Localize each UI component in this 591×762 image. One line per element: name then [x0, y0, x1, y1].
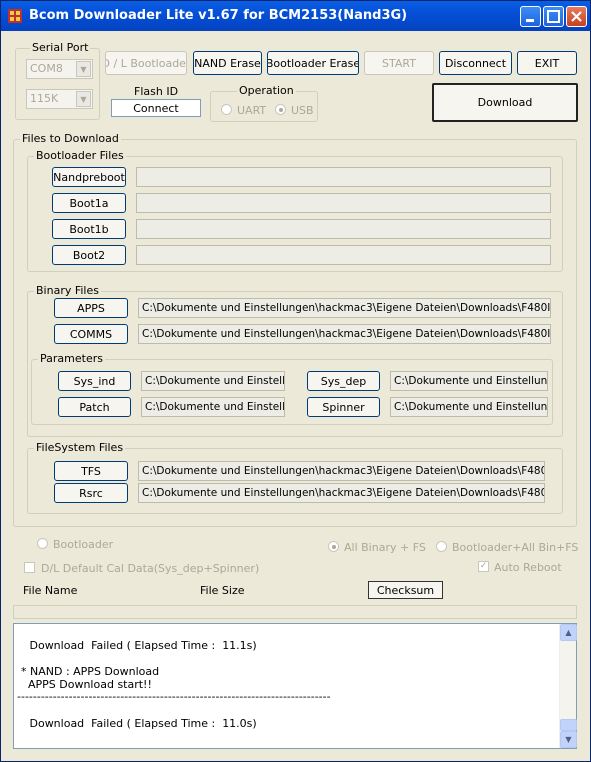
bootloader-option-label: Bootloader	[53, 538, 114, 551]
flash-id-field[interactable]: Connect	[111, 99, 201, 117]
uart-radio[interactable]	[221, 104, 232, 115]
baud-value: 115K	[30, 92, 59, 105]
apps-button[interactable]: APPS	[54, 298, 128, 318]
progress-bar	[13, 605, 577, 619]
comms-button[interactable]: COMMS	[54, 324, 128, 344]
bootloader-all-bin-fs-label: Bootloader+All Bin+FS	[452, 541, 579, 554]
auto-reboot-checkbox[interactable]: ✓	[478, 561, 489, 572]
log-line: Download Failed ( Elapsed Time : 11.0s)	[19, 717, 257, 730]
patch-path[interactable]: C:\Dokumente und Einstellungen	[141, 397, 285, 417]
filesystem-files-group: FileSystem Files	[27, 441, 563, 514]
app-icon	[8, 9, 22, 23]
operation-label: Operation	[237, 84, 296, 97]
chevron-down-icon: ▼	[76, 61, 91, 77]
boot1a-path[interactable]	[136, 193, 551, 213]
dl-bootloader-button[interactable]: D / L Bootloader	[105, 51, 187, 75]
close-button[interactable]	[566, 6, 587, 27]
nand-erase-button[interactable]: NAND Erase	[193, 51, 262, 75]
maximize-icon	[547, 10, 560, 23]
auto-reboot-label: Auto Reboot	[494, 561, 562, 574]
all-binary-fs-label: All Binary + FS	[344, 541, 426, 554]
nandpreboot-path[interactable]	[136, 167, 551, 187]
chevron-down-icon: ▼	[76, 91, 91, 107]
boot1b-path[interactable]	[136, 219, 551, 239]
sys-ind-path[interactable]: C:\Dokumente und Einstellungen	[141, 371, 285, 391]
bootloader-files-label: Bootloader Files	[34, 149, 126, 162]
port-value: COM8	[30, 62, 63, 75]
all-binary-fs-radio[interactable]	[328, 541, 339, 552]
minimize-icon	[526, 19, 534, 22]
close-icon	[571, 11, 582, 22]
main-window: Bcom Downloader Lite v1.67 for BCM2153(N…	[0, 0, 591, 762]
log-scrollbar[interactable]: ▲ ▼	[559, 624, 577, 748]
spinner-button[interactable]: Spinner	[307, 397, 380, 417]
boot1a-button[interactable]: Boot1a	[52, 193, 126, 213]
download-button[interactable]: Download	[432, 83, 578, 122]
binary-files-label: Binary Files	[34, 284, 101, 297]
disconnect-button[interactable]: Disconnect	[439, 51, 512, 75]
serial-port-label: Serial Port	[30, 41, 91, 54]
boot2-button[interactable]: Boot2	[52, 245, 126, 265]
bootloader-all-bin-fs-radio[interactable]	[436, 541, 447, 552]
checksum-button[interactable]: Checksum	[368, 581, 443, 599]
rsrc-button[interactable]: Rsrc	[54, 483, 128, 503]
boot2-path[interactable]	[136, 245, 551, 265]
log-separator: ----------------------------------------…	[17, 690, 331, 703]
flash-id-label: Flash ID	[134, 85, 179, 98]
usb-label: USB	[291, 104, 314, 117]
log-line: Download Failed ( Elapsed Time : 11.1s)	[19, 639, 257, 652]
sys-ind-button[interactable]: Sys_ind	[58, 371, 131, 391]
comms-path[interactable]: C:\Dokumente und Einstellungen\hackmac3\…	[138, 324, 551, 344]
dl-default-cal-label: D/L Default Cal Data(Sys_dep+Spinner)	[41, 562, 260, 575]
window-title: Bcom Downloader Lite v1.67 for BCM2153(N…	[29, 8, 408, 23]
apps-path[interactable]: C:\Dokumente und Einstellungen\hackmac3\…	[138, 298, 551, 318]
file-name-label: File Name	[23, 584, 78, 597]
log-line: * NAND : APPS Download	[21, 665, 160, 678]
boot1b-button[interactable]: Boot1b	[52, 219, 126, 239]
tfs-path[interactable]: C:\Dokumente und Einstellungen\hackmac3\…	[138, 461, 545, 481]
file-size-label: File Size	[200, 584, 245, 597]
port-select[interactable]: COM8 ▼	[26, 59, 93, 79]
baud-select[interactable]: 115K ▼	[26, 89, 93, 109]
sys-dep-path[interactable]: C:\Dokumente und Einstellunge	[390, 371, 548, 391]
spinner-path[interactable]: C:\Dokumente und Einstellunge	[390, 397, 548, 417]
uart-label: UART	[237, 104, 267, 117]
bootloader-erase-button[interactable]: Bootloader Erase	[267, 51, 359, 75]
log-output[interactable]: Download Failed ( Elapsed Time : 11.1s) …	[13, 623, 577, 749]
patch-button[interactable]: Patch	[58, 397, 131, 417]
parameters-label: Parameters	[38, 352, 105, 365]
files-to-download-label: Files to Download	[20, 132, 121, 145]
tfs-button[interactable]: TFS	[54, 461, 128, 481]
maximize-button[interactable]	[543, 6, 564, 27]
filesystem-files-label: FileSystem Files	[34, 441, 126, 454]
nandpreboot-button[interactable]: Nandpreboot	[52, 167, 126, 187]
bootloader-radio[interactable]	[37, 538, 48, 549]
scroll-down-icon[interactable]: ▼	[560, 731, 577, 748]
exit-button[interactable]: EXIT	[517, 51, 577, 75]
scroll-thumb[interactable]	[560, 719, 577, 731]
minimize-button[interactable]	[520, 6, 541, 27]
rsrc-path[interactable]: C:\Dokumente und Einstellungen\hackmac3\…	[138, 483, 545, 503]
sys-dep-button[interactable]: Sys_dep	[307, 371, 380, 391]
start-button[interactable]: START	[364, 51, 434, 75]
title-bar[interactable]: Bcom Downloader Lite v1.67 for BCM2153(N…	[1, 1, 590, 31]
usb-radio[interactable]	[275, 104, 286, 115]
scroll-up-icon[interactable]: ▲	[560, 624, 577, 641]
dl-default-cal-checkbox[interactable]	[24, 562, 35, 573]
